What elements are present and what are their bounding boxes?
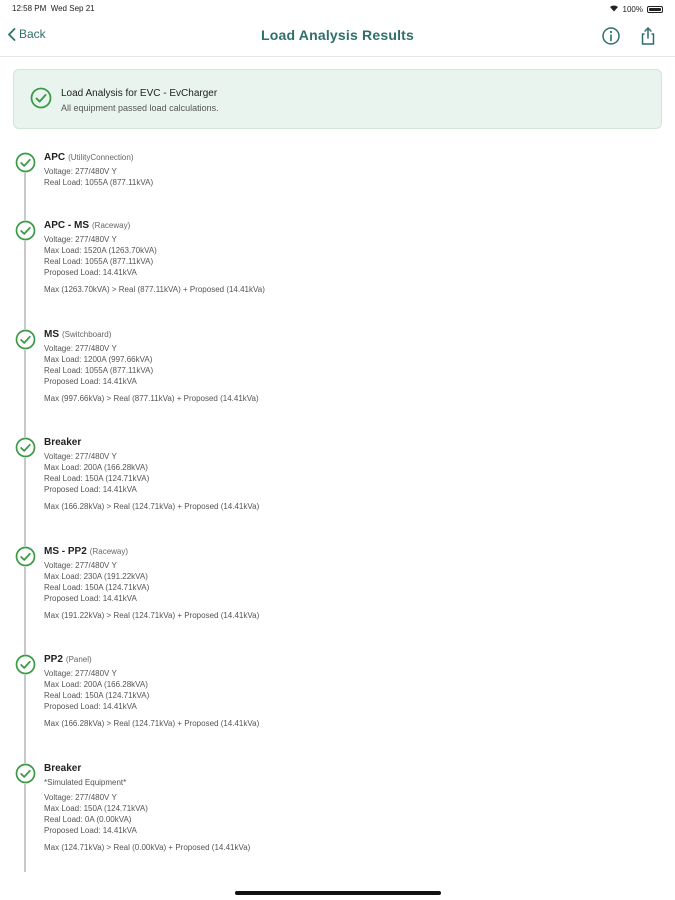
detail-line: Real Load: 1055A (877.11kVA) [44, 257, 154, 266]
info-icon [602, 27, 620, 45]
status-check [15, 152, 36, 173]
check-circle-icon [15, 546, 36, 567]
detail-line: Max Load: 200A (166.28kVA) [44, 680, 148, 689]
equipment-type: (Panel) [65, 655, 92, 664]
detail-line: Max Load: 150A (124.71kVA) [44, 804, 148, 813]
detail-line: Voltage: 277/480V Y [44, 452, 117, 461]
detail-line: Voltage: 277/480V Y [44, 344, 117, 353]
banner-title: Load Analysis for EVC - EvCharger [61, 88, 218, 99]
detail-line: Proposed Load: 14.41kVA [44, 268, 137, 277]
check-circle-icon [15, 329, 36, 350]
equipment-type: (Raceway) [92, 221, 131, 230]
load-summary: Max (124.71kVa) > Real (0.00kVa) + Propo… [44, 843, 251, 852]
equipment-name: APC [44, 152, 66, 163]
check-circle-icon [15, 437, 36, 458]
equipment-heading: Breaker [44, 437, 81, 448]
detail-line: Proposed Load: 14.41kVA [44, 826, 137, 835]
share-button[interactable] [638, 26, 658, 46]
load-summary: Max (166.28kVa) > Real (124.71kVa) + Pro… [44, 502, 260, 511]
equipment-heading: MS - PP2 (Raceway) [44, 546, 128, 557]
status-time: 12:58 PM Wed Sep 21 [12, 4, 95, 13]
home-indicator [235, 891, 441, 895]
navigation-bar: Back Load Analysis Results [0, 16, 675, 57]
wifi-icon [609, 4, 619, 14]
status-bar: 12:58 PM Wed Sep 21 100% [0, 0, 675, 16]
equipment-type: (UtilityConnection) [68, 153, 134, 162]
status-check [15, 437, 36, 458]
check-circle-icon [15, 763, 36, 784]
equipment-name: MS - PP2 [44, 546, 87, 557]
detail-line: Real Load: 0A (0.00kVA) [44, 815, 132, 824]
detail-line: Proposed Load: 14.41kVA [44, 702, 137, 711]
detail-line: Real Load: 150A (124.71kVA) [44, 691, 150, 700]
info-button[interactable] [601, 26, 621, 46]
equipment-heading: MS (Switchboard) [44, 329, 111, 340]
check-circle-icon [15, 152, 36, 173]
detail-line: Voltage: 277/480V Y [44, 167, 117, 176]
status-check [15, 220, 36, 241]
equipment-note: *Simulated Equipment* [44, 778, 127, 787]
check-circle-icon [15, 654, 36, 675]
detail-line: Proposed Load: 14.41kVA [44, 377, 137, 386]
status-check [15, 329, 36, 350]
detail-line: Voltage: 277/480V Y [44, 793, 117, 802]
status-check [15, 546, 36, 567]
equipment-name: APC - MS [44, 220, 89, 231]
equipment-name: Breaker [44, 437, 82, 448]
equipment-heading: APC (UtilityConnection) [44, 152, 133, 163]
load-summary: Max (166.28kVa) > Real (124.71kVa) + Pro… [44, 719, 260, 728]
load-summary: Max (1263.70kVA) > Real (877.11kVA) + Pr… [44, 285, 265, 294]
equipment-type: (Raceway) [89, 547, 129, 556]
detail-line: Max Load: 230A (191.22kVA) [44, 572, 148, 581]
detail-line: Real Load: 150A (124.71kVA) [44, 474, 150, 483]
detail-line: Voltage: 277/480V Y [44, 561, 117, 570]
page-title: Load Analysis Results [260, 27, 415, 43]
check-circle-icon [30, 87, 52, 109]
status-check [15, 763, 36, 784]
load-summary: Max (191.22kVa) > Real (124.71kVa) + Pro… [44, 611, 260, 620]
detail-line: Max Load: 200A (166.28kVA) [44, 463, 148, 472]
battery-icon [647, 5, 663, 13]
banner-subtitle: All equipment passed load calculations. [61, 103, 219, 113]
share-icon [641, 27, 655, 45]
status-check [15, 654, 36, 675]
equipment-heading: PP2 (Panel) [44, 654, 92, 665]
detail-line: Real Load: 150A (124.71kVA) [44, 583, 150, 592]
detail-line: Real Load: 1055A (877.11kVA) [44, 178, 154, 187]
detail-line: Voltage: 277/480V Y [44, 235, 117, 244]
equipment-heading: Breaker [44, 763, 81, 774]
equipment-name: PP2 [44, 654, 63, 665]
equipment-heading: APC - MS (Raceway) [44, 220, 130, 231]
equipment-type: (Switchboard) [62, 330, 112, 339]
detail-line: Voltage: 277/480V Y [44, 669, 117, 678]
result-banner: Load Analysis for EVC - EvCharger All eq… [13, 69, 662, 129]
load-summary: Max (997.66kVa) > Real (877.11kVa) + Pro… [44, 394, 259, 403]
check-circle-icon [15, 220, 36, 241]
status-right: 100% [609, 4, 663, 14]
detail-line: Max Load: 1200A (997.66kVA) [44, 355, 153, 364]
detail-line: Max Load: 1520A (1263.70kVA) [44, 246, 157, 255]
battery-percent: 100% [622, 4, 643, 14]
detail-line: Real Load: 1055A (877.11kVA) [44, 366, 154, 375]
equipment-name: Breaker [44, 763, 82, 774]
detail-line: Proposed Load: 14.41kVA [44, 594, 137, 603]
equipment-name: MS [44, 329, 59, 340]
detail-line: Proposed Load: 14.41kVA [44, 485, 137, 494]
